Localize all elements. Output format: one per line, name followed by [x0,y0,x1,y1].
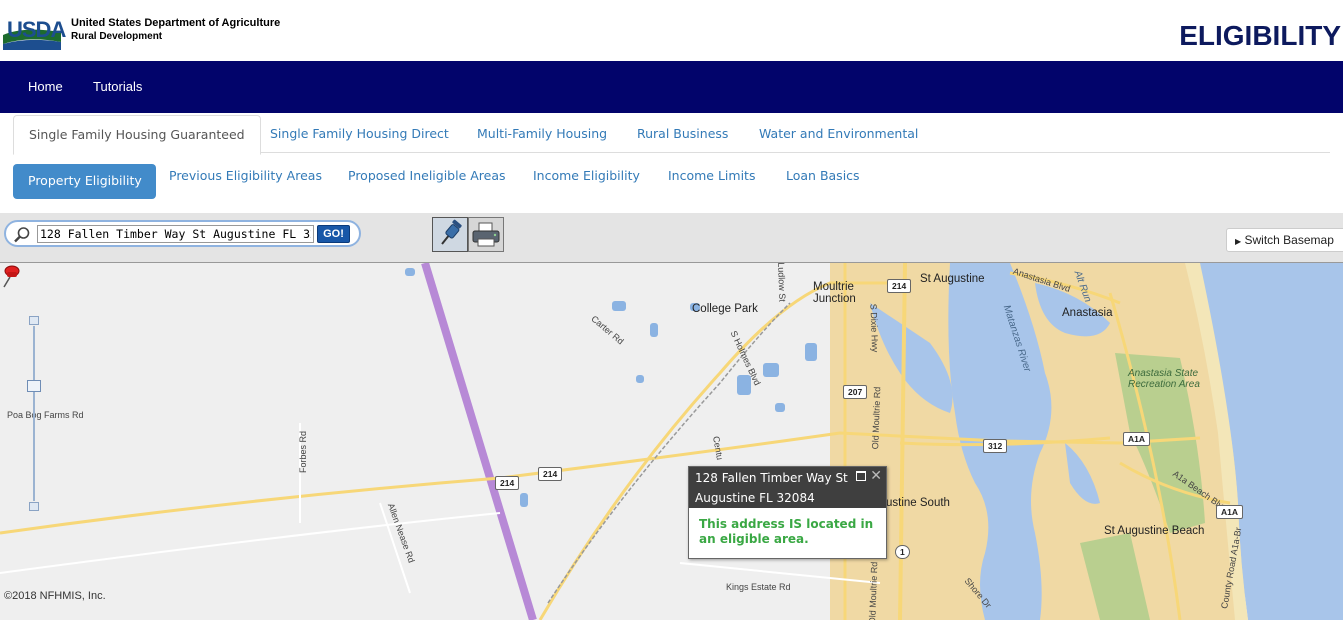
zoom-track [33,326,35,501]
site-title: ELIGIBILITY [1179,20,1341,51]
nav-home[interactable]: Home [28,79,63,94]
tab-rural-business[interactable]: Rural Business [637,126,728,141]
department-name: United States Department of Agriculture … [71,17,280,43]
popup-title: 128 Fallen Timber Way St Augustine FL 32… [695,471,848,505]
map-toolbar: GO! ▶ Switch Basemap [0,213,1343,263]
department-line: United States Department of Agriculture [71,17,281,29]
address-popup: 128 Fallen Timber Way St Augustine FL 32… [688,466,887,559]
search-icon[interactable] [13,226,31,244]
map-label-college-park: College Park [692,303,758,315]
subtab-proposed-ineligible-areas[interactable]: Proposed Ineligible Areas [348,168,506,183]
map-label-anastasia: Anastasia [1062,307,1113,319]
road-shield-a1a: A1A [1216,505,1244,519]
map-label-dixie-hwy: S Dixie Hwy [868,303,881,353]
zoom-handle[interactable] [27,380,41,392]
map-label-st-augustine-beach: St Augustine Beach [1104,525,1205,537]
eligibility-result: This address IS located in an eligible a… [699,517,874,546]
subtab-property-eligibility[interactable]: Property Eligibility [13,164,156,199]
pushpin-tool-button[interactable] [432,217,468,252]
subtab-income-limits[interactable]: Income Limits [668,168,755,183]
map-label-moultrie: Moultrie [813,281,854,293]
map-label-forbes-rd: Forbes Rd [298,430,309,474]
zoom-slider[interactable] [27,316,41,511]
sub-tabs: Property Eligibility Previous Eligibilit… [0,155,1343,213]
program-tabs: Single Family Housing Guaranteed Single … [0,113,1343,155]
tab-water-environmental[interactable]: Water and Environmental [759,126,918,141]
tab-single-family-guaranteed[interactable]: Single Family Housing Guaranteed [13,115,261,155]
map-label-st-augustine: St Augustine [920,273,985,285]
switch-basemap-button[interactable]: ▶ Switch Basemap [1226,228,1343,252]
zoom-in-button[interactable] [29,316,39,325]
usda-wordmark: USDA [7,17,66,42]
map-copyright: ©2018 NFHMIS, Inc. [4,590,106,602]
map-label-ludlow-st: Ludlow St [776,263,788,302]
road-shield-214: 214 [538,467,563,481]
maximize-icon[interactable] [856,471,866,481]
road-shield-214: 214 [887,279,912,293]
road-shield-a1a: A1A [1123,432,1151,446]
map-label-augustine-south: ustine South [886,497,950,509]
map-label-kings-estate-rd: Kings Estate Rd [726,582,791,592]
caret-right-icon: ▶ [1235,237,1242,246]
main-nav: Home Tutorials [0,61,1343,113]
map-label-old-moultrie-rd-2: Old Moultrie Rd [867,561,880,620]
road-shield-us1: 1 [895,545,910,559]
map-label-anastasia-park-1: Anastasia State [1128,368,1199,379]
map-canvas[interactable]: College Park Moultrie Junction St August… [0,263,1343,620]
switch-basemap-label: Switch Basemap [1244,233,1334,247]
tab-multi-family-housing[interactable]: Multi-Family Housing [477,126,607,141]
tab-single-family-direct[interactable]: Single Family Housing Direct [270,126,449,141]
go-button[interactable]: GO! [317,225,350,243]
agency-line: Rural Development [71,31,163,42]
address-input[interactable] [37,225,314,243]
pushpin-icon [441,219,462,245]
road-shield-312: 312 [983,439,1008,453]
tabs-divider [250,152,1330,153]
map-label-anastasia-park-2: Recreation Area [1128,379,1200,390]
subtab-loan-basics[interactable]: Loan Basics [786,168,860,183]
site-header: USDA United States Department of Agricul… [0,0,1343,61]
map-label-poa-farms-rd: Poa Bog Farms Rd [7,410,84,420]
zoom-out-button[interactable] [29,502,39,511]
road-shield-207: 207 [843,385,868,399]
printer-icon [472,222,500,247]
location-pin-icon[interactable] [0,263,20,289]
map-label-junction: Junction [813,293,856,305]
nav-tutorials[interactable]: Tutorials [93,79,142,94]
close-icon[interactable]: ✕ [870,467,882,485]
print-tool-button[interactable] [468,217,504,252]
address-search: GO! [4,220,361,247]
subtab-previous-eligibility-areas[interactable]: Previous Eligibility Areas [169,168,322,183]
usda-logo[interactable]: USDA [3,8,66,50]
subtab-income-eligibility[interactable]: Income Eligibility [533,168,640,183]
road-shield-214: 214 [495,476,520,490]
